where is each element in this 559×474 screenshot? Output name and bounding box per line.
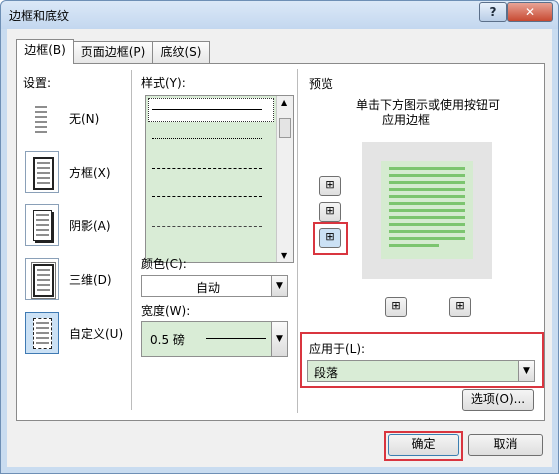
scroll-down-icon[interactable]: ▼ (281, 251, 287, 260)
setting-3d-label[interactable]: 三维(D) (69, 271, 112, 288)
setting-none-icon[interactable] (25, 97, 57, 137)
color-value: 自动 (196, 281, 221, 295)
scroll-up-icon[interactable]: ▲ (281, 98, 287, 107)
setting-custom-label[interactable]: 自定义(U) (69, 325, 123, 342)
preview-page (381, 161, 473, 259)
width-value: 0.5 磅 (150, 333, 185, 347)
setting-box-label[interactable]: 方框(X) (69, 164, 111, 181)
style-selected-item[interactable] (148, 98, 274, 122)
style-label: 样式(Y): (141, 76, 186, 90)
preview-label: 预览 (309, 77, 334, 91)
setting-3d-icon[interactable] (25, 258, 59, 300)
divider-preview (297, 69, 298, 413)
settings-label: 设置: (23, 76, 52, 90)
chevron-down-icon[interactable]: ▼ (518, 361, 534, 381)
scroll-thumb[interactable] (279, 118, 291, 138)
apply-to-value: 段落 (314, 366, 339, 380)
chevron-down-icon[interactable]: ▼ (271, 322, 287, 356)
style-dash-dot-line[interactable] (152, 168, 262, 169)
close-button[interactable]: ✕ (507, 2, 553, 22)
style-list[interactable]: ▲ ▼ (145, 95, 294, 263)
setting-none-label[interactable]: 无(N) (69, 110, 99, 127)
color-dropdown[interactable]: 自动 ▼ (141, 275, 288, 297)
tab-shading[interactable]: 底纹(S) (152, 41, 210, 63)
apply-to-dropdown[interactable]: 段落 ▼ (307, 360, 535, 382)
ok-button[interactable]: 确定 (388, 434, 459, 456)
help-button[interactable]: ? (479, 2, 507, 22)
style-solid-line[interactable] (152, 109, 262, 110)
setting-shadow-label[interactable]: 阴影(A) (69, 217, 111, 234)
top-border-button[interactable]: ⊞ (319, 176, 341, 196)
setting-shadow-icon[interactable] (25, 204, 59, 246)
width-line-sample (206, 338, 266, 339)
bottom-border-highlight (313, 222, 348, 255)
color-label: 颜色(C): (141, 257, 187, 271)
cancel-button[interactable]: 取消 (468, 434, 543, 456)
window-title: 边框和底纹 (9, 9, 70, 23)
apply-to-label: 应用于(L): (309, 342, 366, 356)
setting-custom-icon[interactable] (25, 312, 59, 354)
chevron-down-icon[interactable]: ▼ (271, 276, 287, 296)
width-label: 宽度(W): (141, 304, 191, 318)
style-scrollbar[interactable]: ▲ ▼ (276, 96, 293, 262)
setting-box-icon[interactable] (25, 151, 59, 193)
tab-borders[interactable]: 边框(B) (16, 39, 74, 64)
style-dashed-line[interactable] (152, 196, 262, 197)
tab-page-border[interactable]: 页面边框(P) (73, 41, 153, 63)
title-bar: 边框和底纹 ? ✕ (1, 1, 558, 29)
left-border-button[interactable]: ⊞ (385, 297, 407, 317)
right-border-button[interactable]: ⊞ (449, 297, 471, 317)
style-dotted-line[interactable] (152, 138, 262, 139)
options-button[interactable]: 选项(O)... (462, 389, 534, 411)
preview-area[interactable] (362, 142, 492, 279)
width-dropdown[interactable]: 0.5 磅 ▼ (141, 321, 288, 357)
middle-border-button[interactable]: ⊞ (319, 202, 341, 222)
divider-settings (131, 70, 132, 410)
dialog-body: 边框(B) 页面边框(P) 底纹(S) 设置: 无(N) 方框(X) 阴影(A)… (7, 29, 552, 467)
borders-shading-dialog: 边框和底纹 ? ✕ 边框(B) 页面边框(P) 底纹(S) 设置: 无(N) 方… (0, 0, 559, 474)
preview-hint-line2: 应用边框 (382, 113, 431, 127)
style-long-dash-line[interactable] (152, 226, 262, 227)
